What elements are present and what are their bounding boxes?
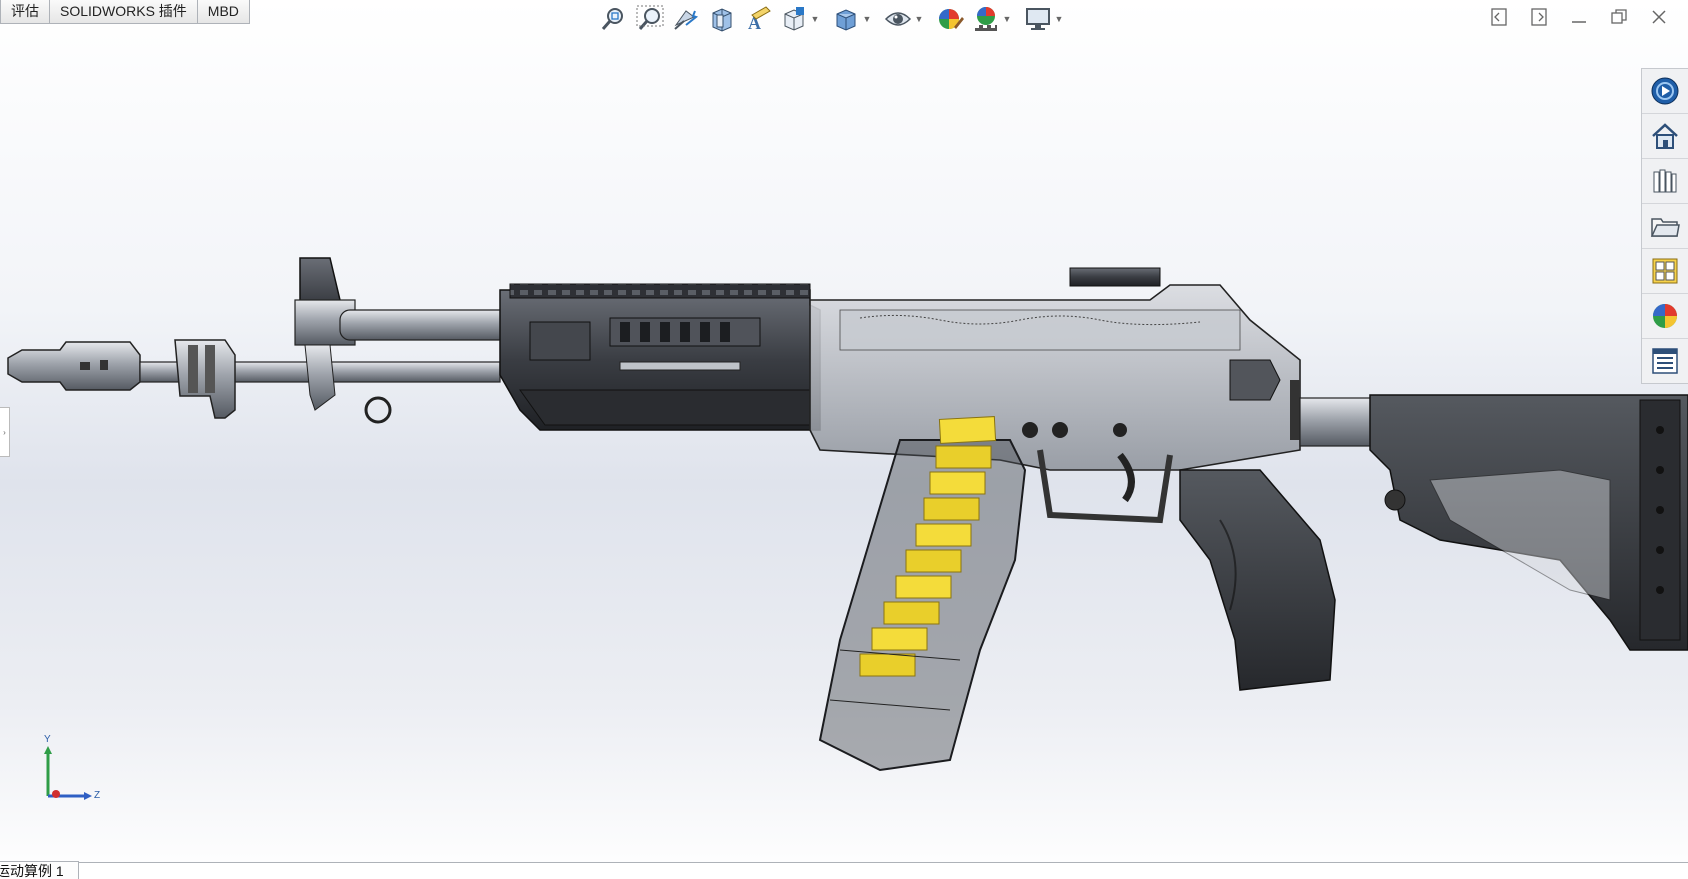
tab-motion-study-1[interactable]: 运动算例 1 <box>0 861 79 879</box>
chevron-down-icon[interactable]: ▼ <box>914 14 924 24</box>
triad-z-label: Z <box>94 790 101 801</box>
reference-triad: Y Z <box>36 734 106 806</box>
command-manager-tabs: 评估 SOLIDWORKS 插件 MBD <box>0 0 250 24</box>
heads-up-view-toolbar: A ▼ ▼ ▼ ▼ ▼ <box>598 0 1070 38</box>
folder-icon[interactable] <box>1642 204 1688 249</box>
dynamic-annotation-icon[interactable]: A <box>742 3 774 35</box>
file-explorer-icon[interactable] <box>1642 159 1688 204</box>
receiver <box>809 267 1301 471</box>
restore-icon[interactable] <box>1608 6 1630 28</box>
zoom-to-area-icon[interactable] <box>634 3 666 35</box>
pistol-grip <box>1179 469 1336 691</box>
triad-y-label: Y <box>44 734 51 745</box>
close-icon[interactable] <box>1648 6 1670 28</box>
chevron-down-icon[interactable]: ▼ <box>1002 14 1012 24</box>
rifle-assembly-model[interactable] <box>0 250 1688 790</box>
tab-motion-study-label: 运动算例 1 <box>0 863 64 879</box>
minimize-icon[interactable] <box>1568 6 1590 28</box>
zoom-to-fit-icon[interactable] <box>598 3 630 35</box>
display-style-icon[interactable] <box>830 3 862 35</box>
chevron-down-icon[interactable]: ▼ <box>862 14 872 24</box>
tile-right-icon[interactable] <box>1528 6 1550 28</box>
tab-solidworks-addins[interactable]: SOLIDWORKS 插件 <box>49 0 198 24</box>
view-settings-icon[interactable] <box>1022 3 1054 35</box>
edit-appearance-icon[interactable] <box>934 3 966 35</box>
muzzle-brake <box>7 341 141 391</box>
folding-stock <box>1369 394 1688 651</box>
handguard <box>499 283 821 431</box>
bottom-tab-bar <box>0 862 1688 879</box>
hide-show-items-icon[interactable] <box>882 3 914 35</box>
tab-mbd[interactable]: MBD <box>196 0 250 24</box>
magazine <box>818 416 1027 772</box>
section-view-icon[interactable] <box>706 3 738 35</box>
view-orientation-icon[interactable] <box>778 3 810 35</box>
design-library-icon[interactable] <box>1642 114 1688 159</box>
gas-tube <box>339 309 511 341</box>
buffer-tube <box>1299 397 1381 447</box>
solidworks-resources-icon[interactable] <box>1642 69 1688 114</box>
previous-view-icon[interactable] <box>670 3 702 35</box>
tab-evaluate[interactable]: 评估 <box>0 0 50 24</box>
apply-scene-icon[interactable] <box>970 3 1002 35</box>
window-controls <box>1488 6 1670 28</box>
tile-left-icon[interactable] <box>1488 6 1510 28</box>
chevron-down-icon[interactable]: ▼ <box>810 14 820 24</box>
chevron-down-icon[interactable]: ▼ <box>1054 14 1064 24</box>
